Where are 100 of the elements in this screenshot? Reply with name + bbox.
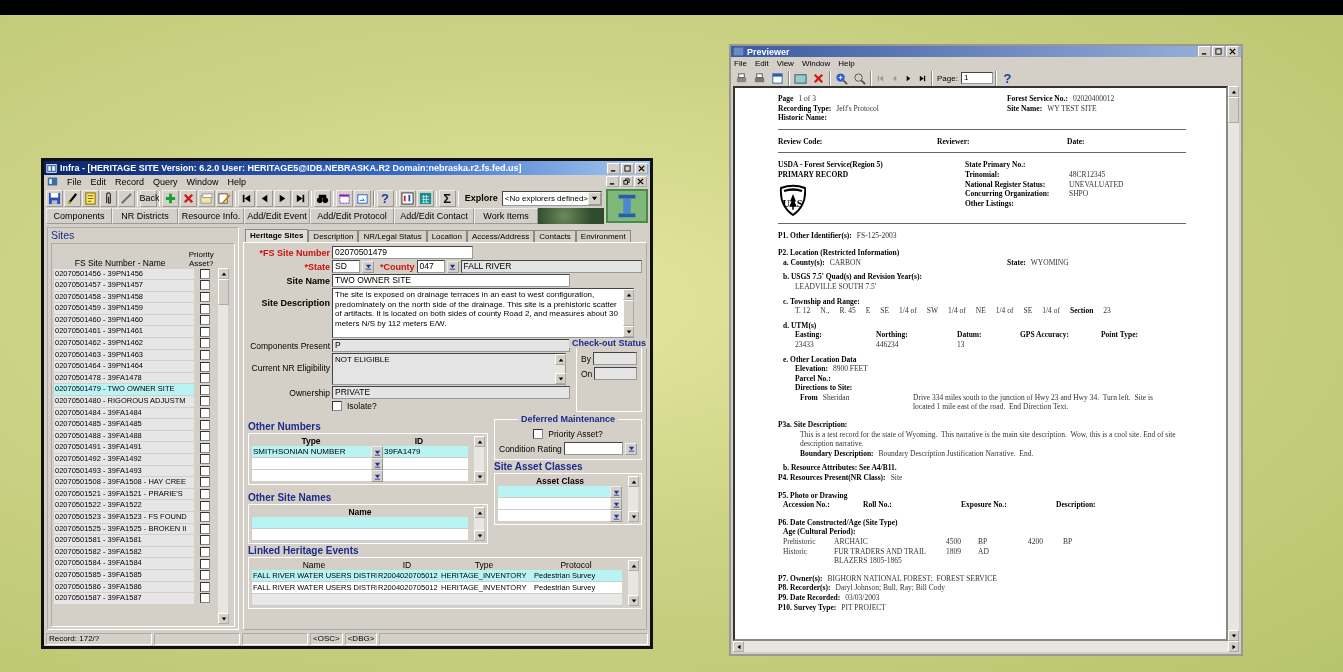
nav-button[interactable]: Work Items — [474, 208, 538, 224]
scroll-button[interactable] — [474, 436, 485, 447]
checkbox[interactable] — [200, 500, 210, 511]
scroll-button[interactable] — [474, 507, 485, 518]
checkbox[interactable] — [200, 477, 210, 488]
scrollbar-thumb[interactable] — [1228, 97, 1239, 123]
checkbox[interactable] — [200, 454, 210, 465]
checkbox[interactable] — [200, 547, 210, 558]
table-cell[interactable] — [252, 529, 468, 540]
menu-item[interactable]: Help — [227, 176, 247, 187]
scrollbar[interactable] — [628, 560, 638, 606]
checkbox[interactable] — [200, 407, 210, 418]
scroll-button[interactable] — [623, 289, 634, 300]
explore-dropdown[interactable]: <No explorers defined> — [501, 190, 603, 206]
maximize-button[interactable] — [621, 162, 634, 174]
checkbox[interactable] — [200, 419, 210, 430]
restore-button[interactable] — [620, 176, 633, 187]
attach-button[interactable] — [100, 189, 117, 207]
input-field[interactable]: 047 — [416, 260, 445, 273]
checkbox[interactable] — [200, 326, 210, 337]
nav-button[interactable]: Add/Edit Protocol — [310, 208, 394, 224]
input-field[interactable] — [592, 352, 637, 365]
checkbox[interactable] — [200, 373, 210, 384]
tab[interactable]: Access/Address — [466, 230, 535, 242]
close-button[interactable] — [635, 162, 648, 174]
dropdown-button[interactable] — [371, 446, 383, 458]
checkbox[interactable] — [200, 280, 210, 291]
input-field[interactable]: 02070501479 — [332, 246, 473, 259]
tab[interactable]: NR/Legal Status — [358, 230, 427, 242]
table-cell[interactable] — [252, 470, 371, 481]
delete-button[interactable] — [180, 189, 198, 207]
menu-item[interactable]: File — [67, 176, 82, 187]
table-cell[interactable] — [498, 510, 610, 521]
dropdown-button[interactable] — [362, 260, 374, 273]
scrollbar[interactable] — [555, 354, 565, 384]
tab[interactable]: Heritage Sites — [245, 229, 309, 242]
save-button[interactable] — [46, 189, 63, 207]
minimize-button[interactable] — [607, 162, 620, 174]
scroll-button[interactable] — [623, 326, 634, 337]
dropdown-button[interactable] — [625, 442, 637, 455]
edit-button[interactable] — [216, 189, 234, 207]
table-cell[interactable] — [533, 594, 622, 605]
input-field[interactable]: FALL RIVER — [460, 260, 642, 273]
tab[interactable]: Location — [426, 230, 467, 242]
nav-button[interactable]: Components — [46, 208, 112, 224]
next-record-button[interactable] — [274, 189, 292, 207]
table-cell[interactable] — [252, 458, 371, 469]
dropdown-button[interactable] — [610, 486, 622, 498]
scroll-button[interactable] — [628, 560, 639, 571]
minimize-button[interactable] — [1198, 46, 1211, 57]
maximize-button[interactable] — [1212, 46, 1225, 57]
dropdown-button[interactable] — [610, 510, 622, 522]
scrollbar-thumb[interactable] — [218, 279, 229, 305]
menu-item[interactable]: Record — [115, 176, 145, 187]
sum-button[interactable]: Σ — [438, 189, 456, 207]
checkbox[interactable] — [200, 581, 210, 592]
checkbox[interactable] — [200, 489, 210, 500]
checkbox[interactable] — [200, 570, 210, 581]
checkbox[interactable] — [200, 431, 210, 442]
input-field[interactable] — [594, 367, 637, 380]
table-cell[interactable] — [383, 458, 468, 469]
checkbox[interactable] — [200, 338, 210, 349]
first-record-button[interactable] — [238, 189, 256, 207]
input-field[interactable]: SD — [332, 260, 360, 273]
tab[interactable]: Environment — [575, 230, 631, 242]
menu-item[interactable]: Window — [186, 176, 219, 187]
scroll-button[interactable] — [628, 511, 639, 522]
find-button[interactable] — [314, 189, 332, 207]
table-cell[interactable] — [252, 594, 377, 605]
nav-button[interactable]: Add/Edit Event — [244, 208, 310, 224]
menu-item[interactable]: Window — [801, 59, 831, 68]
checkbox[interactable] — [200, 361, 210, 372]
dropdown-button[interactable] — [610, 498, 622, 510]
checkbox[interactable] — [200, 268, 210, 279]
window-button[interactable] — [336, 189, 354, 207]
scroll-button[interactable] — [474, 530, 485, 541]
last-record-button[interactable] — [292, 189, 310, 207]
menu-item[interactable]: Edit — [90, 176, 107, 187]
table-cell[interactable] — [498, 486, 610, 497]
checkbox[interactable] — [200, 315, 210, 326]
scroll-button[interactable] — [1228, 630, 1239, 641]
scrollbar[interactable] — [1228, 86, 1239, 641]
checkbox[interactable] — [200, 303, 210, 314]
scroll-button[interactable] — [218, 268, 229, 279]
checkbox[interactable] — [200, 396, 210, 407]
link-button[interactable] — [118, 189, 135, 207]
menu-item[interactable]: Query — [153, 176, 178, 187]
export-button[interactable] — [792, 71, 809, 85]
input-field[interactable] — [563, 442, 623, 455]
checkbox[interactable] — [533, 429, 544, 439]
scroll-button[interactable] — [628, 476, 639, 487]
nav-button[interactable]: Resource Info. — [178, 208, 244, 224]
checkbox[interactable] — [200, 593, 210, 604]
table-cell[interactable] — [498, 498, 610, 509]
checkbox[interactable] — [200, 523, 210, 534]
dropdown-button[interactable] — [446, 260, 459, 273]
report-button[interactable] — [398, 189, 416, 207]
nav-button[interactable]: Add/Edit Contact — [394, 208, 474, 224]
dropdown-button[interactable] — [371, 470, 383, 482]
nav-button[interactable]: NR Districts — [112, 208, 178, 224]
